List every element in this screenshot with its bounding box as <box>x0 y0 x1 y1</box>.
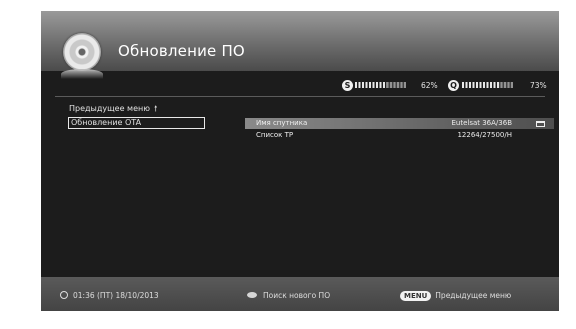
setting-label: Имя спутника <box>256 119 308 127</box>
search-key-icon <box>247 292 257 298</box>
menu-key-icon: MENU <box>400 291 432 301</box>
signal-indicator: S 62% Q 73% <box>41 79 559 93</box>
tv-screen: Обновление ПО S 62% Q 73% Предыдущее мен… <box>41 11 559 311</box>
menu-item-label: Предыдущее меню <box>69 104 150 113</box>
footer-menu-hint: MENU Предыдущее меню <box>400 290 511 302</box>
datetime-text: 01:36 (ПТ) 18/10/2013 <box>73 291 159 300</box>
menu-item-ota-update[interactable]: Обновление OTA <box>68 117 205 129</box>
menu-item-label: Обновление OTA <box>71 118 142 127</box>
disc-icon <box>63 33 101 71</box>
footer-bar: 01:36 (ПТ) 18/10/2013 Поиск нового ПО ME… <box>41 277 559 311</box>
header-bar: Обновление ПО <box>41 11 559 71</box>
signal-strength-icon: S <box>342 80 353 91</box>
arrow-up-icon: 🠕 <box>153 104 158 113</box>
previous-menu-label: Предыдущее меню <box>435 291 512 300</box>
disc-reflection <box>61 69 103 79</box>
setting-label: Список TP <box>256 131 294 139</box>
footer-search-hint: Поиск нового ПО <box>247 290 330 302</box>
footer-datetime: 01:36 (ПТ) 18/10/2013 <box>60 290 159 302</box>
menu-item-previous[interactable]: Предыдущее меню 🠕 <box>68 103 157 115</box>
clock-icon <box>60 291 68 299</box>
search-label: Поиск нового ПО <box>263 291 331 300</box>
signal-strength-value: 62% <box>421 81 438 90</box>
setting-row-tp-list[interactable]: Список TP 12264/27500/H <box>245 130 554 141</box>
page-title: Обновление ПО <box>118 42 245 60</box>
setting-value: 12264/27500/H <box>457 131 512 139</box>
signal-quality-icon: Q <box>448 80 459 91</box>
setting-value: Eutelsat 36A/36B <box>451 119 512 127</box>
signal-quality-value: 73% <box>530 81 547 90</box>
signal-quality-bar <box>462 82 513 88</box>
setting-row-satellite[interactable]: Имя спутника Eutelsat 36A/36B <box>245 118 554 129</box>
divider <box>55 96 545 97</box>
signal-strength-bar <box>355 82 406 88</box>
list-icon[interactable] <box>536 121 545 127</box>
